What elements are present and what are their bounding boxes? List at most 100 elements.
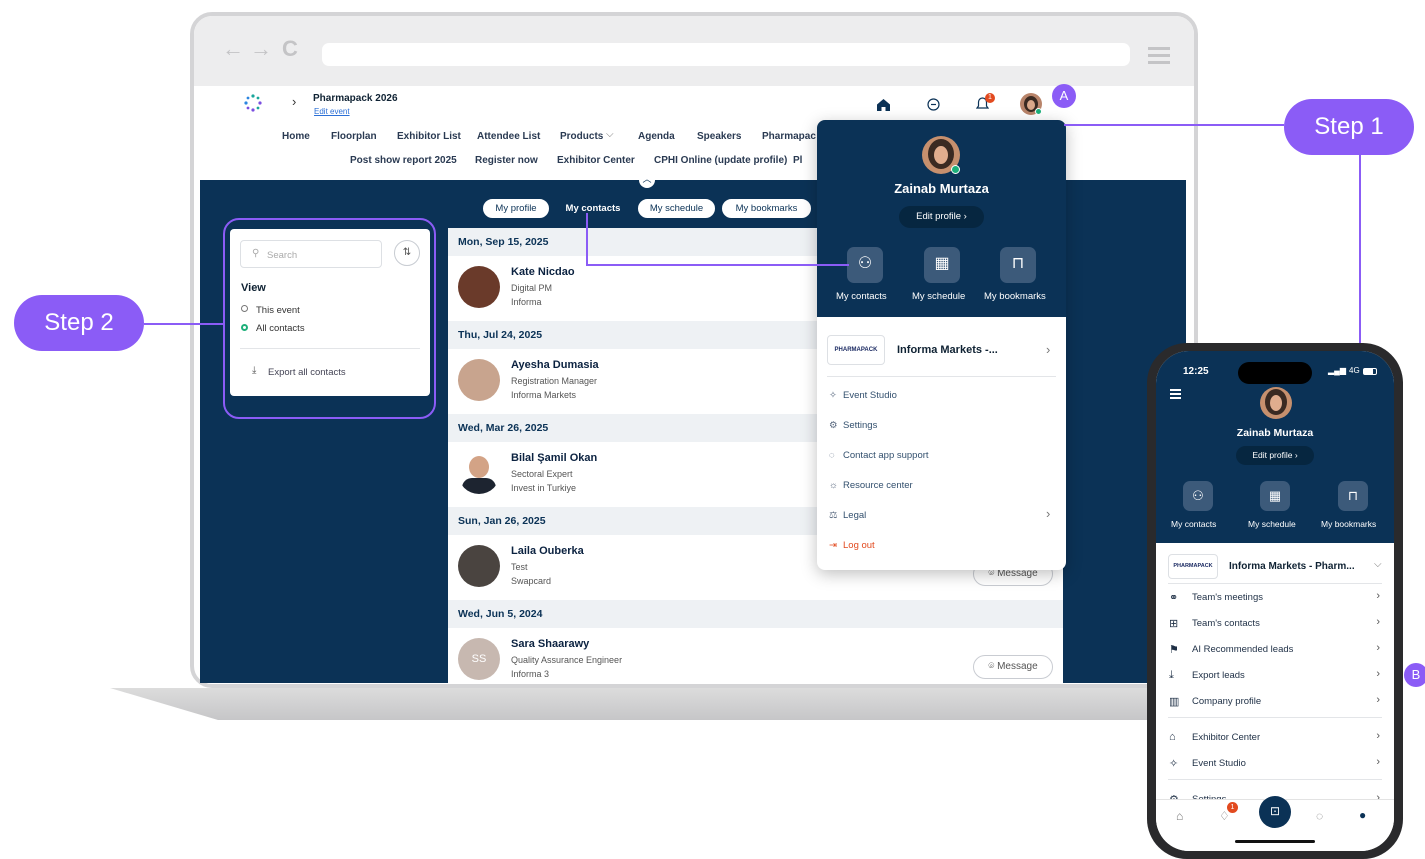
chevron-right-icon: › <box>1376 668 1380 680</box>
chevron-down-icon: ⌵ <box>1374 559 1382 570</box>
signal-icon: ▂▄▆ <box>1328 366 1346 375</box>
notification-badge: 1 <box>985 93 995 103</box>
contact-name[interactable]: Kate Nicdao <box>511 266 575 278</box>
reload-icon[interactable]: C <box>282 36 298 62</box>
swapcard-logo-icon[interactable] <box>243 93 263 113</box>
contact-name[interactable]: Bilal Şamil Okan <box>511 452 597 464</box>
phone-org-logo: PHARMAPACK <box>1168 554 1218 579</box>
chat-icon[interactable] <box>927 98 940 116</box>
menu-resource-center[interactable]: ☼ Resource center <box>829 480 913 491</box>
tab-my-schedule[interactable]: My schedule <box>638 199 715 218</box>
people-icon: ⚭ <box>1169 592 1179 604</box>
laptop-base <box>110 688 1190 720</box>
battery-icon <box>1363 368 1377 375</box>
menu-contact-support[interactable]: ◌ Contact app support <box>829 450 929 461</box>
phone-menu-company-profile[interactable]: ▥ Company profile › <box>1156 689 1394 715</box>
chevron-right-icon: › <box>1376 756 1380 768</box>
menu-log-out[interactable]: ⇥ Log out <box>829 540 875 551</box>
phone-shortcut-my-contacts[interactable]: My contacts <box>1171 519 1216 529</box>
nav-register-now[interactable]: Register now <box>475 155 538 166</box>
menu-legal[interactable]: ⚖ Legal <box>829 510 866 521</box>
phone-org-name[interactable]: Informa Markets - Pharm... <box>1229 561 1355 572</box>
edit-event-link[interactable]: Edit event <box>314 107 350 116</box>
nav-cphi-online[interactable]: CPHI Online (update profile) <box>654 155 787 166</box>
contact-name[interactable]: Sara Shaarawy <box>511 638 589 650</box>
tab-my-bookmarks[interactable]: My bookmarks <box>722 199 811 218</box>
lightbulb-icon: ☼ <box>829 480 838 491</box>
breadcrumb-chevron-icon: › <box>292 94 297 109</box>
nav-pharmapack[interactable]: Pharmapac <box>762 131 816 142</box>
nav-exhibitor-list[interactable]: Exhibitor List <box>397 131 461 142</box>
browser-menu-icon[interactable] <box>1148 47 1170 50</box>
shortcut-my-contacts[interactable]: My contacts <box>836 291 887 302</box>
contact-name[interactable]: Laila Ouberka <box>511 545 584 557</box>
collapse-chevron-icon[interactable]: ︿ <box>639 172 655 188</box>
phone-notification-badge: 1 <box>1227 802 1238 813</box>
chevron-down-icon: ⌵ <box>606 129 614 140</box>
event-name: Pharmapack 2026 <box>313 93 398 104</box>
step-1-connector <box>1064 124 1284 126</box>
tab-my-contacts[interactable]: My contacts <box>559 199 627 218</box>
nav-more[interactable]: Pl <box>793 155 802 166</box>
qr-scan-button[interactable]: ⊡ <box>1259 796 1291 828</box>
phone-shortcut-my-bookmarks[interactable]: My bookmarks <box>1321 519 1376 529</box>
contacts-connector-vertical <box>586 213 588 266</box>
menu-settings[interactable]: ⚙ Settings <box>829 420 877 431</box>
contact-title: Registration Manager <box>511 376 598 386</box>
phone-edit-profile-button[interactable]: Edit profile › <box>1236 446 1314 465</box>
storefront-icon: ⌂ <box>1169 731 1176 743</box>
nav-speakers[interactable]: Speakers <box>697 131 741 142</box>
home-icon[interactable] <box>877 98 890 116</box>
badge-b: B <box>1404 663 1425 687</box>
date-header: Wed, Jun 5, 2024 <box>448 600 1063 628</box>
tab-my-profile[interactable]: My profile <box>483 199 549 218</box>
back-arrow-icon[interactable]: ← <box>222 36 244 62</box>
contacts-icon[interactable]: ⚇ <box>1183 481 1213 511</box>
gear-icon: ⚙ <box>829 420 838 431</box>
contact-title: Digital PM <box>511 283 553 293</box>
address-bar[interactable] <box>322 43 1130 66</box>
chevron-right-icon: › <box>1046 506 1051 521</box>
contacts-icon[interactable]: ⚇ <box>847 247 883 283</box>
home-icon[interactable]: ⌂ <box>1176 809 1183 823</box>
nav-agenda[interactable]: Agenda <box>638 131 675 142</box>
org-name[interactable]: Informa Markets -... <box>897 344 998 356</box>
nav-home[interactable]: Home <box>282 131 310 142</box>
phone-menu-teams-contacts[interactable]: ⊞ Team's contacts › <box>1156 611 1394 637</box>
profile-icon[interactable]: ● <box>1359 808 1366 822</box>
bookmark-icon[interactable]: ⊓ <box>1000 247 1036 283</box>
contact-avatar <box>458 452 500 494</box>
calendar-check-icon[interactable]: ▦ <box>924 247 960 283</box>
contact-avatar <box>458 266 500 308</box>
phone-menu-event-studio[interactable]: ✧ Event Studio › <box>1156 751 1394 777</box>
forward-arrow-icon[interactable]: → <box>250 36 272 62</box>
phone-menu-export-leads[interactable]: ⤓ Export leads › <box>1156 663 1394 689</box>
phone-time: 12:25 <box>1183 366 1209 377</box>
phone-menu-ai-recommended-leads[interactable]: ⚑ AI Recommended leads › <box>1156 637 1394 663</box>
chat-icon[interactable]: ◌ <box>1316 809 1323 823</box>
edit-profile-button[interactable]: Edit profile › <box>899 206 984 228</box>
bookmark-icon[interactable]: ⊓ <box>1338 481 1368 511</box>
magic-wand-icon: ✧ <box>829 390 837 401</box>
message-button[interactable]: ⌾ Message <box>973 655 1053 679</box>
online-status-dot <box>1035 108 1042 115</box>
nav-post-show-report[interactable]: Post show report 2025 <box>350 155 457 166</box>
divider <box>1168 583 1382 584</box>
phone-menu-exhibitor-center[interactable]: ⌂ Exhibitor Center › <box>1156 725 1394 751</box>
contact-company: Informa Markets <box>511 390 577 400</box>
chevron-right-icon: › <box>1376 642 1380 654</box>
shortcut-my-bookmarks[interactable]: My bookmarks <box>984 291 1046 302</box>
contact-row[interactable]: SS Sara Shaarawy Quality Assurance Engin… <box>448 628 1063 683</box>
phone-shortcut-my-schedule[interactable]: My schedule <box>1248 519 1296 529</box>
nav-attendee-list[interactable]: Attendee List <box>477 131 540 142</box>
contact-name[interactable]: Ayesha Dumasia <box>511 359 599 371</box>
calendar-check-icon[interactable]: ▦ <box>1260 481 1290 511</box>
flag-icon: ⚑ <box>1169 644 1179 656</box>
nav-floorplan[interactable]: Floorplan <box>331 131 377 142</box>
nav-exhibitor-center[interactable]: Exhibitor Center <box>557 155 635 166</box>
menu-event-studio[interactable]: ✧ Event Studio <box>829 390 897 401</box>
shortcut-my-schedule[interactable]: My schedule <box>912 291 965 302</box>
nav-products[interactable]: Products <box>560 131 603 142</box>
menu-icon[interactable] <box>1170 389 1181 391</box>
phone-menu-teams-meetings[interactable]: ⚭ Team's meetings › <box>1156 585 1394 611</box>
